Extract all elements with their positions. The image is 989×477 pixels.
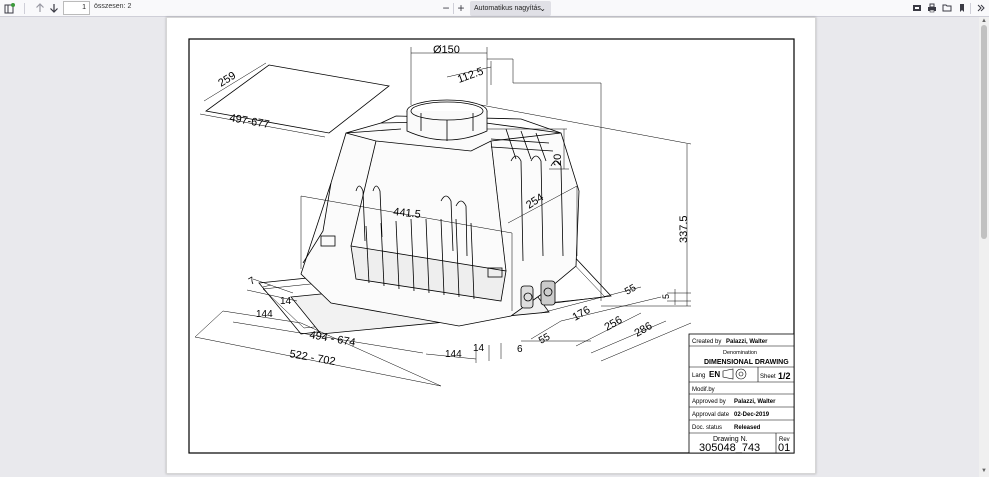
chevron-down-icon: ⌄ <box>539 4 546 13</box>
title-block: Created by Palazzi, Walter Denomination … <box>688 333 795 454</box>
dim-259: 259 <box>216 70 238 90</box>
doc-status-label: Doc. status <box>692 425 722 431</box>
sheet-value: 1/2 <box>778 371 791 381</box>
dim-14-bottom: 14 <box>473 343 485 354</box>
created-by-value: Palazzi, Walter <box>726 339 768 345</box>
approved-by-label: Approved by <box>692 399 726 405</box>
dim-497-677: 497-677 <box>228 112 270 131</box>
bookmark-icon[interactable] <box>956 1 968 15</box>
approval-date-value: 02-Dec-2019 <box>734 412 770 418</box>
approved-by-value: Palazzi, Walter <box>734 399 776 405</box>
dimensional-drawing: Ø150 112.5 20 337.5 5 259 497-677 441.5 … <box>188 38 795 454</box>
dim-6: 6 <box>517 344 523 355</box>
zoom-select[interactable]: Automatikus nagyítás ⌄ <box>470 1 551 16</box>
lang-label: Lang <box>692 373 705 379</box>
modified-by-label: Modif.by <box>692 387 715 393</box>
dim-522-702: 522 - 702 <box>288 348 336 368</box>
dim-144-left: 144 <box>256 309 273 320</box>
drawing-number-value: 305048_743 <box>699 442 760 454</box>
zoom-select-value: Automatikus nagyítás <box>474 5 541 12</box>
denomination-label: Denomination <box>723 350 757 356</box>
dim-256: 256 <box>603 314 625 334</box>
scroll-down-icon[interactable]: ▼ <box>981 468 987 474</box>
zoom-out-button[interactable]: − <box>440 1 452 15</box>
scroll-up-icon[interactable]: ▲ <box>981 18 987 24</box>
vertical-scrollbar[interactable]: ▲ ▼ <box>979 17 989 477</box>
dim-286: 286 <box>633 320 655 340</box>
approval-date-label: Approval date <box>692 412 730 418</box>
page-number-input[interactable]: 1 <box>63 1 90 15</box>
doc-status-value: Released <box>734 425 761 431</box>
dim-5: 5 <box>661 294 671 299</box>
print-icon[interactable] <box>926 1 938 15</box>
dim-112-5: 112.5 <box>456 65 485 85</box>
presentation-mode-icon[interactable] <box>911 1 923 15</box>
pdf-toolbar: 1 összesen: 2 − + Automatikus nagyítás ⌄ <box>0 0 989 17</box>
denomination-value: DIMENSIONAL DRAWING <box>704 359 789 366</box>
dim-20: 20 <box>552 154 564 166</box>
rev-value: 01 <box>778 442 790 454</box>
pdf-page: Ø150 112.5 20 337.5 5 259 497-677 441.5 … <box>166 17 816 474</box>
scroll-thumb[interactable] <box>981 25 987 239</box>
created-by-label: Created by <box>692 339 721 345</box>
sheet-label: Sheet <box>760 374 776 380</box>
dim-diameter-150: Ø150 <box>433 44 460 56</box>
dim-55-right: 55 <box>623 282 639 297</box>
sidebar-toggle-icon[interactable] <box>3 1 16 15</box>
page-total-label: összesen: 2 <box>94 3 132 10</box>
dim-7: 7 <box>247 275 258 288</box>
dim-55-bottom: 55 <box>537 331 553 346</box>
lang-value: EN <box>709 370 720 379</box>
dim-176: 176 <box>571 304 593 324</box>
dim-337-5: 337.5 <box>678 215 690 243</box>
dim-14-left: 14 <box>280 296 292 307</box>
dim-494-674: 494 - 674 <box>308 329 356 349</box>
more-tools-icon[interactable] <box>975 1 987 15</box>
previous-page-button[interactable] <box>34 1 46 15</box>
zoom-in-button[interactable]: + <box>455 1 467 15</box>
open-file-icon[interactable] <box>941 1 953 15</box>
document-viewer[interactable]: Ø150 112.5 20 337.5 5 259 497-677 441.5 … <box>0 17 979 477</box>
next-page-button[interactable] <box>48 1 60 15</box>
dim-144-bottom: 144 <box>445 349 462 360</box>
